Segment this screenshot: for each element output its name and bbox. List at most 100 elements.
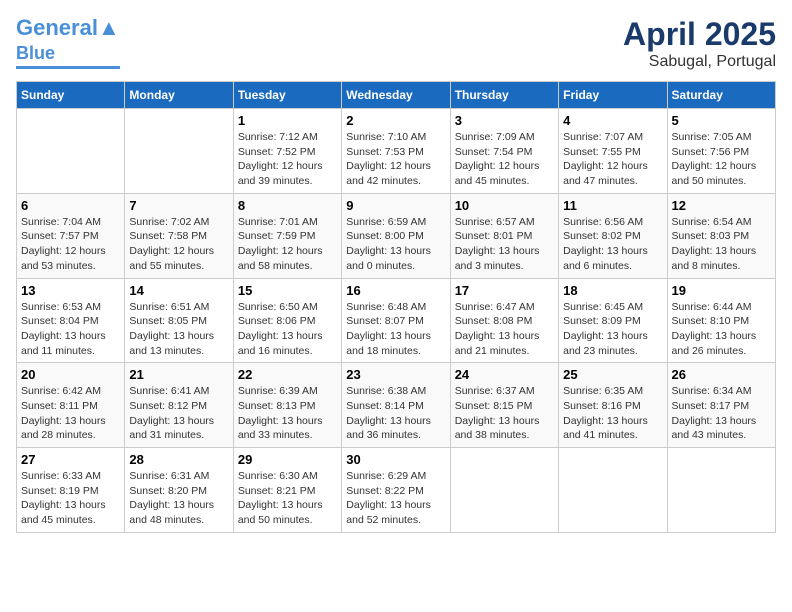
day-number: 9 (346, 198, 445, 213)
calendar-cell: 17 Sunrise: 6:47 AM Sunset: 8:08 PM Dayli… (450, 278, 558, 363)
day-number: 20 (21, 367, 120, 382)
calendar-cell: 29 Sunrise: 6:30 AM Sunset: 8:21 PM Dayli… (233, 448, 341, 533)
logo-text: General▲ Blue (16, 16, 120, 64)
calendar-cell: 2Sunrise: 7:10 AM Sunset: 7:53 PM Daylig… (342, 109, 450, 194)
calendar-cell: 22 Sunrise: 6:39 AM Sunset: 8:13 PM Dayli… (233, 363, 341, 448)
day-info: Sunrise: 6:44 AM Sunset: 8:10 PM Dayligh… (672, 300, 771, 359)
day-info: Sunrise: 6:30 AM Sunset: 8:21 PM Dayligh… (238, 469, 337, 528)
calendar-week-2: 6 Sunrise: 7:04 AM Sunset: 7:57 PM Daylig… (17, 193, 776, 278)
title-block: April 2025 Sabugal, Portugal (623, 16, 776, 71)
day-info: Sunrise: 7:09 AM Sunset: 7:54 PM Dayligh… (455, 130, 554, 189)
calendar-cell (125, 109, 233, 194)
day-info: Sunrise: 7:01 AM Sunset: 7:59 PM Dayligh… (238, 215, 337, 274)
day-info: Sunrise: 6:35 AM Sunset: 8:16 PM Dayligh… (563, 384, 662, 443)
day-number: 29 (238, 452, 337, 467)
day-info: Sunrise: 6:37 AM Sunset: 8:15 PM Dayligh… (455, 384, 554, 443)
calendar-cell: 19 Sunrise: 6:44 AM Sunset: 8:10 PM Dayli… (667, 278, 775, 363)
calendar-cell: 15Sunrise: 6:50 AM Sunset: 8:06 PM Dayli… (233, 278, 341, 363)
day-number: 30 (346, 452, 445, 467)
calendar-cell: 3Sunrise: 7:09 AM Sunset: 7:54 PM Daylig… (450, 109, 558, 194)
day-number: 18 (563, 283, 662, 298)
page-header: General▲ Blue April 2025 Sabugal, Portug… (16, 16, 776, 71)
calendar-cell: 1 Sunrise: 7:12 AM Sunset: 7:52 PM Daylig… (233, 109, 341, 194)
day-number: 4 (563, 113, 662, 128)
calendar-cell: 9 Sunrise: 6:59 AM Sunset: 8:00 PM Daylig… (342, 193, 450, 278)
calendar-cell: 21 Sunrise: 6:41 AM Sunset: 8:12 PM Dayli… (125, 363, 233, 448)
column-header-monday: Monday (125, 82, 233, 109)
day-info: Sunrise: 6:47 AM Sunset: 8:08 PM Dayligh… (455, 300, 554, 359)
logo-blue-text: Blue (16, 43, 55, 63)
day-number: 7 (129, 198, 228, 213)
day-number: 28 (129, 452, 228, 467)
day-number: 17 (455, 283, 554, 298)
calendar-cell (17, 109, 125, 194)
day-info: Sunrise: 6:31 AM Sunset: 8:20 PM Dayligh… (129, 469, 228, 528)
column-header-wednesday: Wednesday (342, 82, 450, 109)
calendar-cell: 5Sunrise: 7:05 AM Sunset: 7:56 PM Daylig… (667, 109, 775, 194)
calendar-cell: 27Sunrise: 6:33 AM Sunset: 8:19 PM Dayli… (17, 448, 125, 533)
calendar-cell: 8 Sunrise: 7:01 AM Sunset: 7:59 PM Daylig… (233, 193, 341, 278)
day-info: Sunrise: 6:53 AM Sunset: 8:04 PM Dayligh… (21, 300, 120, 359)
day-number: 13 (21, 283, 120, 298)
day-info: Sunrise: 6:29 AM Sunset: 8:22 PM Dayligh… (346, 469, 445, 528)
calendar-cell: 28 Sunrise: 6:31 AM Sunset: 8:20 PM Dayli… (125, 448, 233, 533)
calendar-cell: 16Sunrise: 6:48 AM Sunset: 8:07 PM Dayli… (342, 278, 450, 363)
day-info: Sunrise: 6:38 AM Sunset: 8:14 PM Dayligh… (346, 384, 445, 443)
day-info: Sunrise: 6:51 AM Sunset: 8:05 PM Dayligh… (129, 300, 228, 359)
logo: General▲ Blue (16, 16, 120, 69)
calendar-cell: 23Sunrise: 6:38 AM Sunset: 8:14 PM Dayli… (342, 363, 450, 448)
day-number: 2 (346, 113, 445, 128)
calendar-cell (559, 448, 667, 533)
day-info: Sunrise: 7:12 AM Sunset: 7:52 PM Dayligh… (238, 130, 337, 189)
calendar-cell: 18Sunrise: 6:45 AM Sunset: 8:09 PM Dayli… (559, 278, 667, 363)
calendar-cell: 11Sunrise: 6:56 AM Sunset: 8:02 PM Dayli… (559, 193, 667, 278)
day-number: 22 (238, 367, 337, 382)
calendar-cell: 12 Sunrise: 6:54 AM Sunset: 8:03 PM Dayli… (667, 193, 775, 278)
day-info: Sunrise: 7:07 AM Sunset: 7:55 PM Dayligh… (563, 130, 662, 189)
day-number: 19 (672, 283, 771, 298)
logo-general: General (16, 15, 98, 40)
day-number: 1 (238, 113, 337, 128)
column-header-sunday: Sunday (17, 82, 125, 109)
day-info: Sunrise: 6:42 AM Sunset: 8:11 PM Dayligh… (21, 384, 120, 443)
day-number: 10 (455, 198, 554, 213)
day-info: Sunrise: 6:57 AM Sunset: 8:01 PM Dayligh… (455, 215, 554, 274)
calendar-cell: 13 Sunrise: 6:53 AM Sunset: 8:04 PM Dayli… (17, 278, 125, 363)
logo-blue: ▲ (98, 15, 120, 40)
calendar-cell: 4 Sunrise: 7:07 AM Sunset: 7:55 PM Daylig… (559, 109, 667, 194)
day-number: 21 (129, 367, 228, 382)
day-number: 6 (21, 198, 120, 213)
day-info: Sunrise: 6:41 AM Sunset: 8:12 PM Dayligh… (129, 384, 228, 443)
calendar-week-5: 27Sunrise: 6:33 AM Sunset: 8:19 PM Dayli… (17, 448, 776, 533)
day-number: 12 (672, 198, 771, 213)
calendar-cell: 25 Sunrise: 6:35 AM Sunset: 8:16 PM Dayli… (559, 363, 667, 448)
calendar-title: April 2025 (623, 16, 776, 53)
calendar-cell (667, 448, 775, 533)
calendar-header-row: SundayMondayTuesdayWednesdayThursdayFrid… (17, 82, 776, 109)
calendar-cell: 24 Sunrise: 6:37 AM Sunset: 8:15 PM Dayli… (450, 363, 558, 448)
day-info: Sunrise: 6:59 AM Sunset: 8:00 PM Dayligh… (346, 215, 445, 274)
day-number: 5 (672, 113, 771, 128)
calendar-week-3: 13 Sunrise: 6:53 AM Sunset: 8:04 PM Dayli… (17, 278, 776, 363)
day-number: 25 (563, 367, 662, 382)
day-number: 8 (238, 198, 337, 213)
calendar-cell: 20 Sunrise: 6:42 AM Sunset: 8:11 PM Dayli… (17, 363, 125, 448)
day-info: Sunrise: 6:34 AM Sunset: 8:17 PM Dayligh… (672, 384, 771, 443)
day-info: Sunrise: 6:56 AM Sunset: 8:02 PM Dayligh… (563, 215, 662, 274)
calendar-cell: 26Sunrise: 6:34 AM Sunset: 8:17 PM Dayli… (667, 363, 775, 448)
column-header-thursday: Thursday (450, 82, 558, 109)
calendar-table: SundayMondayTuesdayWednesdayThursdayFrid… (16, 81, 776, 533)
calendar-week-1: 1 Sunrise: 7:12 AM Sunset: 7:52 PM Daylig… (17, 109, 776, 194)
day-info: Sunrise: 7:04 AM Sunset: 7:57 PM Dayligh… (21, 215, 120, 274)
calendar-cell: 14Sunrise: 6:51 AM Sunset: 8:05 PM Dayli… (125, 278, 233, 363)
day-number: 24 (455, 367, 554, 382)
day-info: Sunrise: 6:50 AM Sunset: 8:06 PM Dayligh… (238, 300, 337, 359)
calendar-cell: 10 Sunrise: 6:57 AM Sunset: 8:01 PM Dayli… (450, 193, 558, 278)
column-header-saturday: Saturday (667, 82, 775, 109)
column-header-tuesday: Tuesday (233, 82, 341, 109)
logo-underline (16, 66, 120, 69)
calendar-location: Sabugal, Portugal (623, 53, 776, 71)
day-info: Sunrise: 6:54 AM Sunset: 8:03 PM Dayligh… (672, 215, 771, 274)
day-info: Sunrise: 6:39 AM Sunset: 8:13 PM Dayligh… (238, 384, 337, 443)
day-info: Sunrise: 7:02 AM Sunset: 7:58 PM Dayligh… (129, 215, 228, 274)
